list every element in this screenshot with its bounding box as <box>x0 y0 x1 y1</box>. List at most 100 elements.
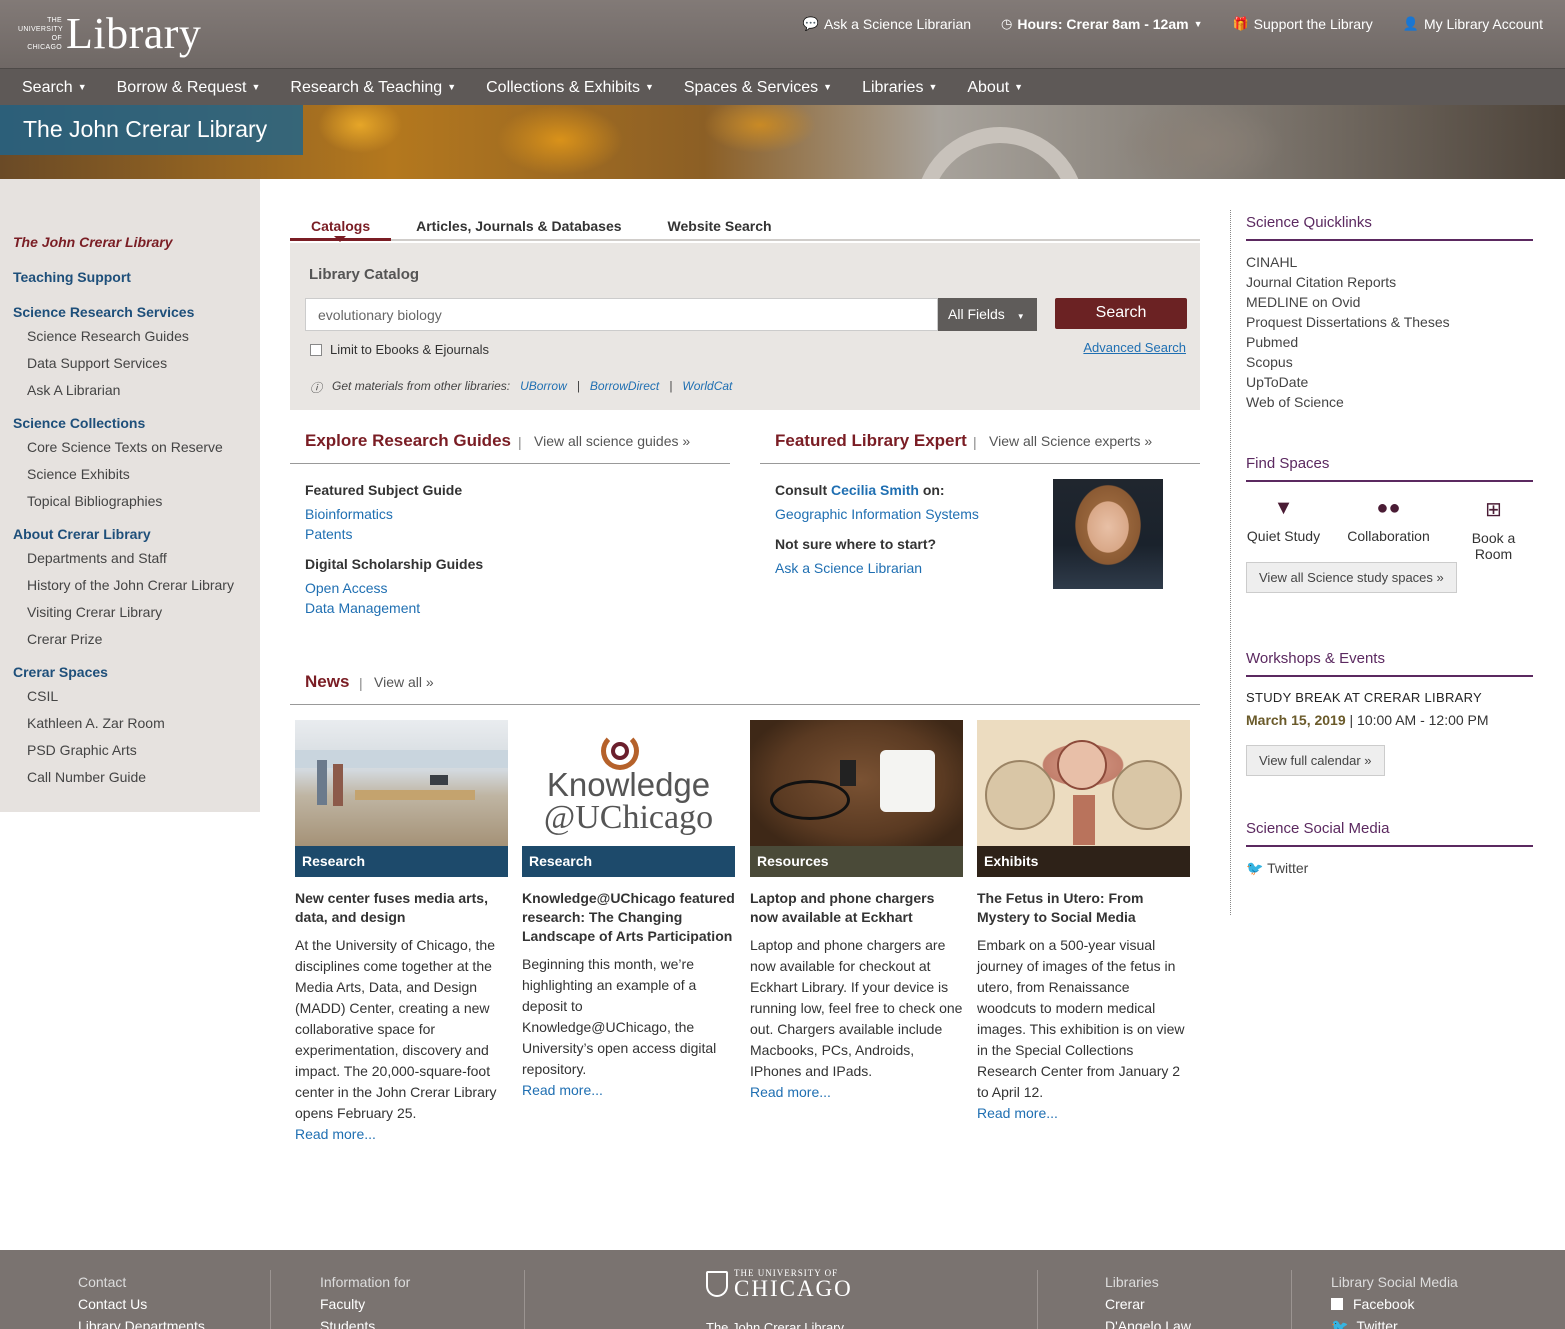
expert-header: Featured Library Expert | View all Scien… <box>760 431 1200 464</box>
view-study-spaces-button[interactable]: View all Science study spaces » <box>1246 562 1457 593</box>
field-select[interactable]: All Fields ▼ <box>938 298 1037 331</box>
quicklink[interactable]: MEDLINE on Ovid <box>1246 292 1450 312</box>
expert-name-link[interactable]: Cecilia Smith <box>831 482 919 498</box>
guide-link[interactable]: Open Access <box>305 580 388 596</box>
read-more-link[interactable]: Read more... <box>750 1084 831 1100</box>
footer-link[interactable]: Library Departments <box>78 1315 205 1329</box>
guide-link[interactable]: Patents <box>305 526 352 542</box>
footer-link[interactable]: Faculty <box>320 1293 410 1315</box>
nav-spaces[interactable]: Spaces & Services ▼ <box>684 79 832 97</box>
sidebar-item[interactable]: Visiting Crerar Library <box>27 604 260 620</box>
news-card[interactable]: Knowledge @UChicago Research Knowledge@U… <box>522 720 735 1101</box>
page-title: The John Crerar Library <box>0 105 303 155</box>
news-image-chargers[interactable] <box>750 720 963 846</box>
news-image-madd[interactable] <box>295 720 508 846</box>
sidebar-item[interactable]: Topical Bibliographies <box>27 493 260 509</box>
guide-link[interactable]: Data Management <box>305 600 420 616</box>
sidebar-item[interactable]: Kathleen A. Zar Room <box>27 715 260 731</box>
event-title[interactable]: STUDY BREAK AT CRERAR LIBRARY <box>1246 690 1482 705</box>
view-all-news-link[interactable]: View all » <box>374 674 434 690</box>
space-collaboration[interactable]: ●● Collaboration <box>1321 497 1456 562</box>
sidebar-item[interactable]: PSD Graphic Arts <box>27 742 260 758</box>
nav-libraries[interactable]: Libraries ▼ <box>862 79 937 97</box>
sidebar-item-teaching[interactable]: Teaching Support <box>13 269 260 285</box>
sidebar-item[interactable]: Departments and Staff <box>27 550 260 566</box>
footer-link[interactable]: Crerar <box>1105 1293 1191 1315</box>
view-calendar-button[interactable]: View full calendar » <box>1246 745 1385 776</box>
quicklink[interactable]: Proquest Dissertations & Theses <box>1246 312 1450 332</box>
nav-borrow[interactable]: Borrow & Request ▼ <box>117 79 261 97</box>
quicklink[interactable]: Scopus <box>1246 352 1450 372</box>
sidebar-item[interactable]: Call Number Guide <box>27 769 260 785</box>
nav-label: Spaces & Services <box>683 78 819 96</box>
news-card[interactable]: Exhibits The Fetus in Utero: From Myster… <box>977 720 1190 1124</box>
news-category: Exhibits <box>977 846 1190 877</box>
sidebar-current[interactable]: The John Crerar Library <box>13 234 260 250</box>
sidebar-item[interactable]: Data Support Services <box>27 355 260 371</box>
advanced-search-link[interactable]: Advanced Search <box>1083 340 1186 355</box>
nav-about[interactable]: About ▼ <box>967 79 1023 97</box>
sidebar-item[interactable]: Ask A Librarian <box>27 382 260 398</box>
footer-social: Library Social Media Facebook 🐦 Twitter <box>1331 1271 1458 1329</box>
worldcat-link[interactable]: WorldCat <box>682 379 732 396</box>
read-more-link[interactable]: Read more... <box>522 1082 603 1098</box>
news-image-fetus[interactable] <box>977 720 1190 846</box>
ask-librarian-link[interactable]: 💬 Ask a Science Librarian <box>803 16 971 32</box>
news-card[interactable]: Resources Laptop and phone chargers now … <box>750 720 963 1103</box>
quicklink[interactable]: CINAHL <box>1246 252 1450 272</box>
quicklink[interactable]: Pubmed <box>1246 332 1450 352</box>
news-headline[interactable]: Knowledge@UChicago featured research: Th… <box>522 889 735 946</box>
checkbox-box[interactable] <box>310 343 322 356</box>
sidebar-group-collections[interactable]: Science Collections <box>13 415 260 431</box>
facebook-link[interactable]: Facebook <box>1331 1293 1458 1315</box>
nav-research[interactable]: Research & Teaching ▼ <box>290 79 456 97</box>
expert-photo <box>1053 479 1163 589</box>
sidebar-item[interactable]: Science Exhibits <box>27 466 260 482</box>
tab-website-search[interactable]: Website Search <box>643 210 793 241</box>
sidebar-item[interactable]: History of the John Crerar Library <box>27 577 260 593</box>
support-library-link[interactable]: 🎁 Support the Library <box>1232 16 1372 32</box>
sidebar-item[interactable]: Crerar Prize <box>27 631 260 647</box>
sidebar-item[interactable]: Science Research Guides <box>27 328 260 344</box>
search-input[interactable]: evolutionary biology <box>305 298 938 331</box>
quicklink[interactable]: Web of Science <box>1246 392 1450 412</box>
quicklink[interactable]: Journal Citation Reports <box>1246 272 1450 292</box>
uborrow-link[interactable]: UBorrow <box>520 379 567 396</box>
news-headline[interactable]: New center fuses media arts, data, and d… <box>295 889 508 927</box>
nav-search[interactable]: Search ▼ <box>22 79 87 97</box>
uchicago-logo[interactable]: THE UNIVERSITY OF CHICAGO <box>706 1268 853 1300</box>
borrowdirect-link[interactable]: BorrowDirect <box>590 379 659 396</box>
limit-ebooks-checkbox[interactable]: Limit to Ebooks & Ejournals <box>310 342 489 357</box>
news-headline[interactable]: The Fetus in Utero: From Mystery to Soci… <box>977 889 1190 927</box>
sidebar-group-spaces[interactable]: Crerar Spaces <box>13 664 260 680</box>
view-all-experts-link[interactable]: View all Science experts » <box>989 433 1152 449</box>
twitter-link[interactable]: 🐦 Twitter <box>1246 860 1308 877</box>
tab-catalogs[interactable]: Catalogs <box>290 210 392 242</box>
footer-link[interactable]: Contact Us <box>78 1293 205 1315</box>
news-card[interactable]: Research New center fuses media arts, da… <box>295 720 508 1145</box>
footer-link[interactable]: Students <box>320 1315 410 1329</box>
sidebar-item[interactable]: CSIL <box>27 688 260 704</box>
guide-link[interactable]: Bioinformatics <box>305 506 393 522</box>
news-headline[interactable]: Laptop and phone chargers now available … <box>750 889 963 927</box>
space-book-room[interactable]: ⊞ Book a Room <box>1456 497 1531 562</box>
footer-twitter-link[interactable]: 🐦 Twitter <box>1331 1315 1458 1329</box>
view-all-guides-link[interactable]: View all science guides » <box>534 433 690 449</box>
search-button[interactable]: Search <box>1055 298 1187 329</box>
footer-link[interactable]: D'Angelo Law <box>1105 1315 1191 1329</box>
nav-collections[interactable]: Collections & Exhibits ▼ <box>486 79 654 97</box>
news-image-knowledge[interactable]: Knowledge @UChicago <box>522 720 735 846</box>
sidebar-group-research-services[interactable]: Science Research Services <box>13 304 260 320</box>
sidebar-group-about[interactable]: About Crerar Library <box>13 526 260 542</box>
read-more-link[interactable]: Read more... <box>295 1126 376 1142</box>
tab-articles[interactable]: Articles, Journals & Databases <box>391 210 642 241</box>
space-quiet-study[interactable]: ▼ Quiet Study <box>1246 497 1321 562</box>
hours-dropdown[interactable]: ◷ Hours: Crerar 8am - 12am ▼ <box>1001 16 1202 32</box>
read-more-link[interactable]: Read more... <box>977 1105 1058 1121</box>
library-logo[interactable]: THE UNIVERSITY OF CHICAGO Library <box>18 8 201 59</box>
quicklink[interactable]: UpToDate <box>1246 372 1450 392</box>
ask-science-librarian-link[interactable]: Ask a Science Librarian <box>775 560 922 576</box>
my-account-link[interactable]: 👤 My Library Account <box>1403 16 1543 32</box>
sidebar-item[interactable]: Core Science Texts on Reserve <box>27 439 260 455</box>
expert-topic-link[interactable]: Geographic Information Systems <box>775 506 979 522</box>
